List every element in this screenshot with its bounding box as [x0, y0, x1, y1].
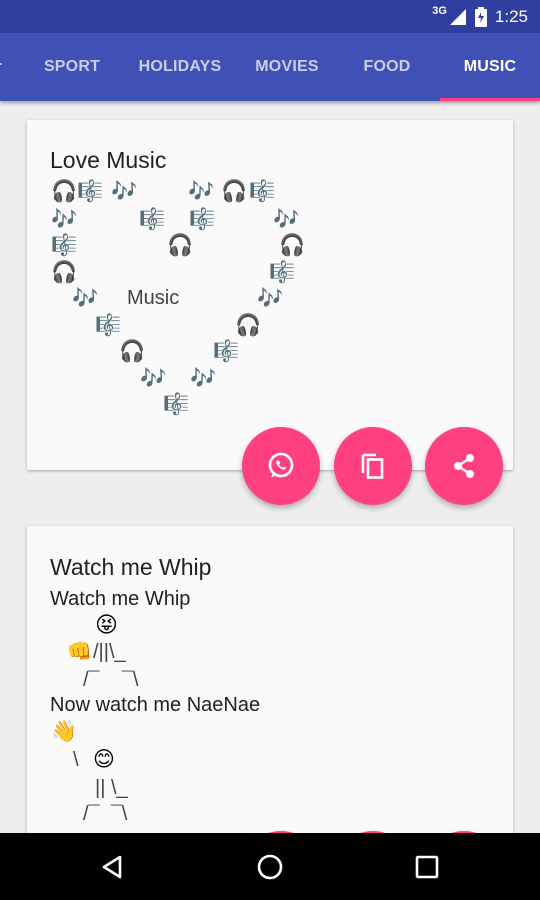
- back-button[interactable]: [93, 847, 133, 887]
- tab-indicator: [440, 98, 540, 101]
- copy-icon: [361, 453, 384, 479]
- music-notes-icon: 🎶: [140, 367, 167, 390]
- network-type: 3G: [432, 4, 447, 17]
- headphones-icon: 🎧: [221, 180, 248, 203]
- status-bar: 3G 1:25: [0, 0, 540, 33]
- music-score-icon: 🎼: [51, 234, 78, 257]
- ascii-art-line: /||\_: [93, 641, 126, 663]
- headphones-icon: 🎧: [235, 314, 262, 337]
- music-notes-icon: 🎶: [257, 287, 284, 310]
- music-notes-icon: 🎶: [72, 287, 99, 310]
- tab-sport[interactable]: SPORT: [22, 33, 122, 101]
- tab-overflow-indicator: [0, 63, 2, 65]
- headphones-icon: 🎧: [119, 340, 146, 363]
- headphones-icon: 🎧: [167, 234, 194, 257]
- card-love-music[interactable]: Love Music 🎧 🎼 🎶 🎶 🎧 🎼 🎶 🎼 🎼 🎶 🎼 🎧 🎧 🎧 🎼…: [27, 120, 513, 505]
- home-icon: [257, 854, 283, 880]
- battery-icon: [474, 6, 487, 27]
- face-emoji: 😝: [95, 612, 118, 637]
- music-score-icon: 🎼: [77, 180, 104, 203]
- back-icon: [102, 855, 122, 879]
- music-score-icon: 🎼: [95, 314, 122, 337]
- share-icon: [454, 454, 474, 478]
- music-score-icon: 🎼: [213, 340, 240, 363]
- tab-food[interactable]: FOOD: [337, 33, 437, 101]
- music-notes-icon: 🎶: [51, 208, 78, 231]
- content-list[interactable]: Love Music 🎧 🎼 🎶 🎶 🎧 🎼 🎶 🎼 🎼 🎶 🎼 🎧 🎧 🎧 🎼…: [0, 101, 540, 833]
- home-button[interactable]: [250, 847, 290, 887]
- signal-icon: [449, 8, 466, 25]
- music-notes-icon: 🎶: [111, 180, 138, 203]
- share-button[interactable]: [425, 427, 503, 505]
- music-score-icon: 🎼: [163, 393, 190, 416]
- music-notes-icon: 🎶: [190, 367, 217, 390]
- text-line: Now watch me NaeNae: [50, 694, 261, 716]
- tab-holidays[interactable]: HOLIDAYS: [130, 33, 230, 101]
- heart-center-text: Music: [127, 287, 180, 309]
- music-notes-icon: 🎶: [273, 208, 300, 231]
- recents-button[interactable]: [407, 847, 447, 887]
- music-score-icon: 🎼: [249, 180, 276, 203]
- hand-emoji: 👋: [51, 720, 78, 743]
- ascii-art-line: || \_: [95, 777, 128, 799]
- ascii-art-line: /¯ ¯\: [83, 669, 139, 691]
- card-title: Watch me Whip: [50, 554, 212, 580]
- music-score-icon: 🎼: [189, 208, 216, 231]
- headphones-icon: 🎧: [51, 180, 78, 203]
- whatsapp-icon: [268, 452, 294, 478]
- clock: 1:25: [494, 6, 528, 26]
- headphones-icon: 🎧: [279, 234, 306, 257]
- recents-icon: [415, 855, 439, 879]
- card-title: Love Music: [50, 147, 167, 173]
- navigation-bar: [0, 833, 540, 900]
- whatsapp-button[interactable]: [242, 427, 320, 505]
- card-watch-me-whip[interactable]: Watch me Whip Watch me Whip 😝 👊 /||\_ /¯…: [27, 526, 513, 833]
- blush-face-emoji: 😊: [93, 748, 115, 771]
- music-score-icon: 🎼: [139, 208, 166, 231]
- headphones-icon: 🎧: [51, 261, 78, 284]
- tab-movies[interactable]: MOVIES: [237, 33, 337, 101]
- music-score-icon: 🎼: [269, 261, 296, 284]
- tab-bar: SPORT HOLIDAYS MOVIES FOOD MUSIC: [0, 33, 540, 101]
- ascii-art-line: /¯ ¯\: [83, 803, 128, 825]
- tab-music[interactable]: MUSIC: [440, 33, 540, 101]
- ascii-art-line: \: [73, 749, 79, 771]
- text-line: Watch me Whip: [50, 588, 191, 610]
- fist-emoji: 👊: [67, 641, 92, 663]
- music-notes-icon: 🎶: [188, 180, 215, 203]
- copy-button[interactable]: [334, 427, 412, 505]
